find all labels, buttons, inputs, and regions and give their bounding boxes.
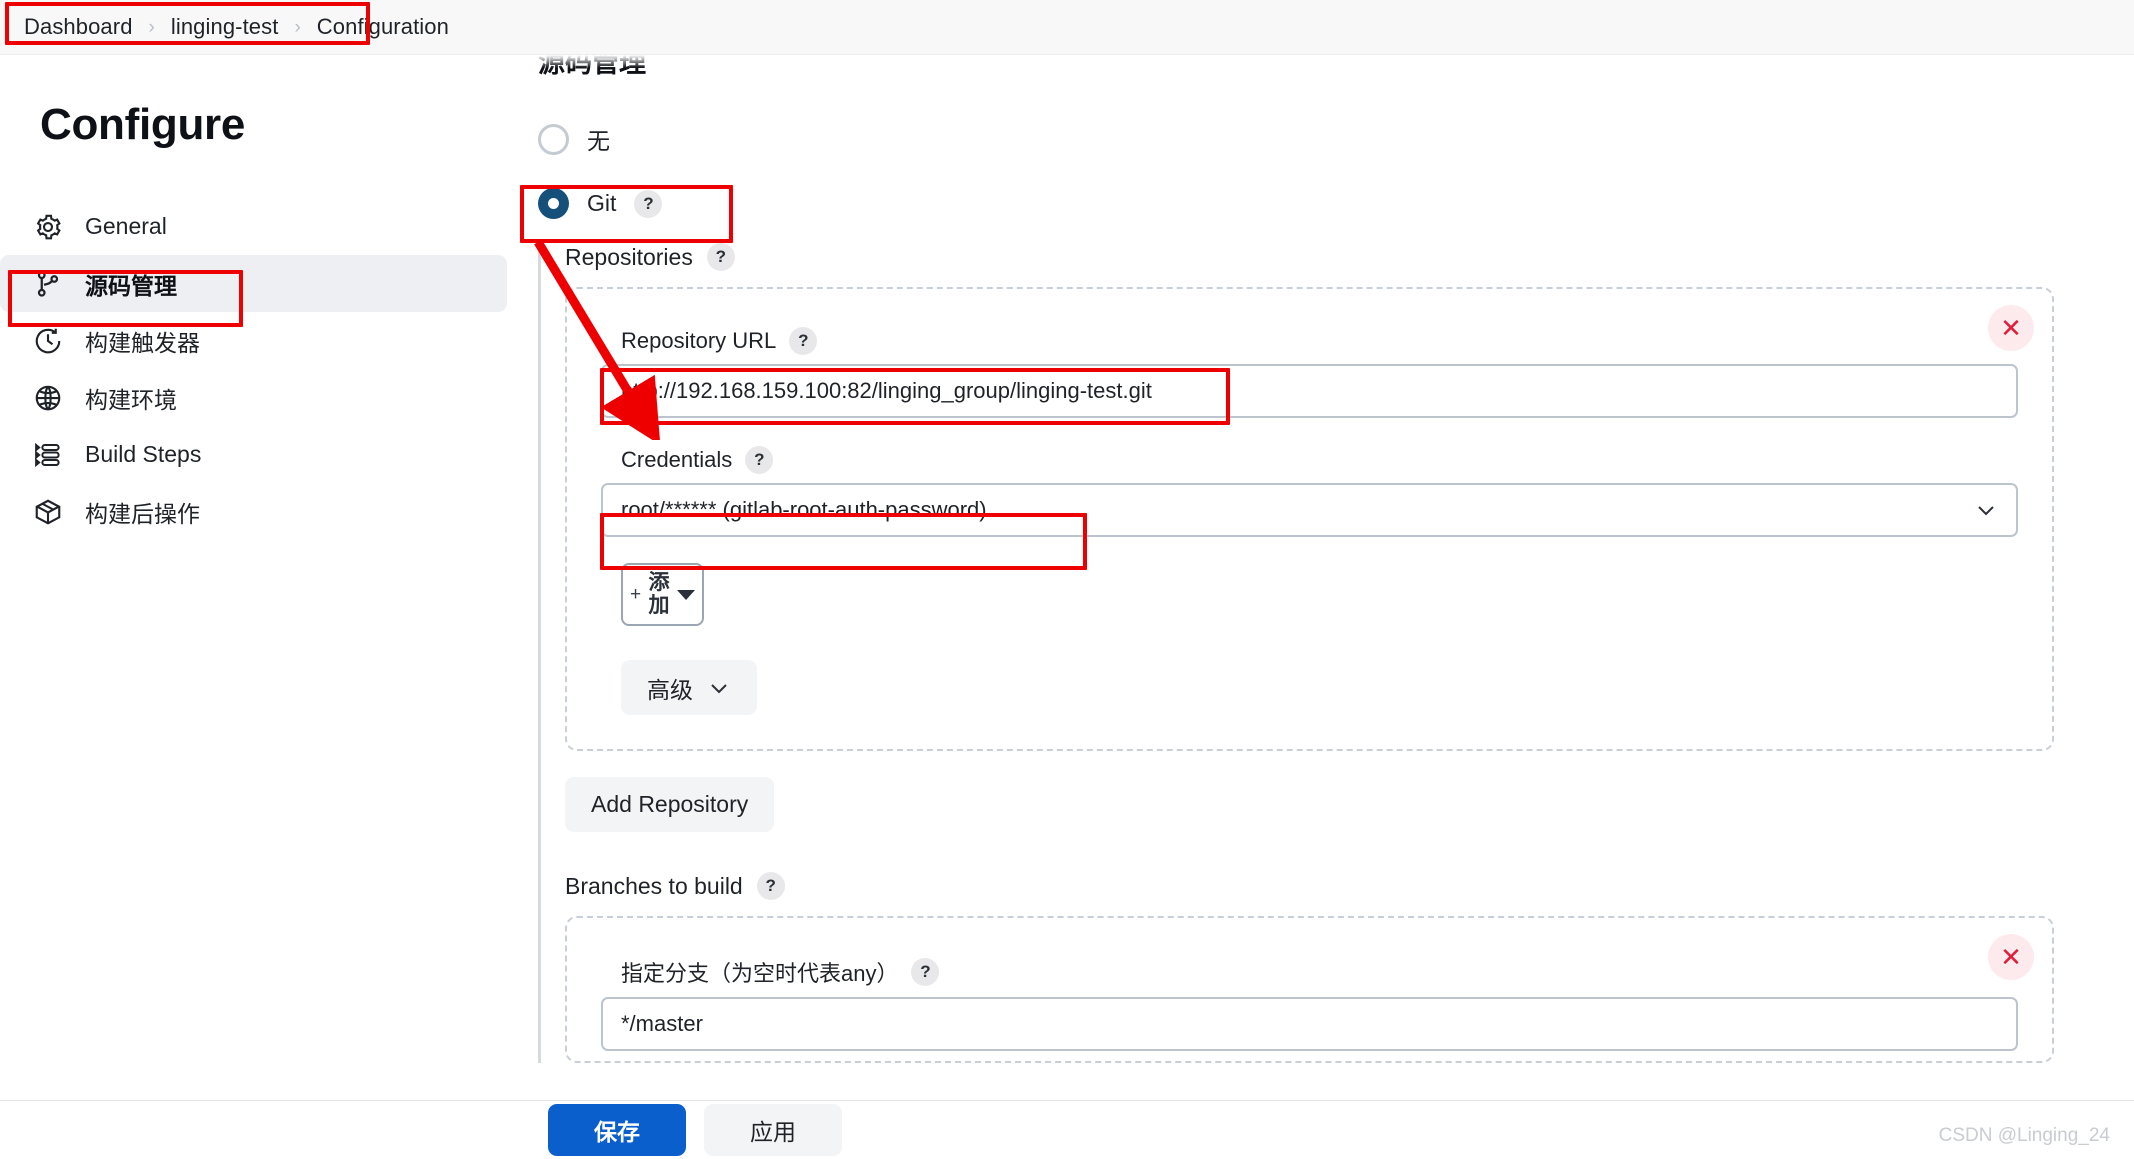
branches-to-build-label-row: Branches to build ?	[565, 872, 2134, 900]
list-steps-icon	[33, 440, 63, 470]
repository-url-input[interactable]: http://192.168.159.100:82/linging_group/…	[601, 364, 2018, 418]
help-icon-credentials[interactable]: ?	[745, 446, 774, 474]
remove-branch-button[interactable]: ✕	[1988, 934, 2034, 980]
sidebar-item-build-environment[interactable]: 构建环境	[0, 369, 507, 426]
branch-specifier-label-row: 指定分支（为空时代表any） ?	[621, 956, 2018, 988]
sidebar-item-label: 构建环境	[85, 386, 177, 413]
git-settings-body: Repositories ? ✕ Repository URL ? http:/…	[538, 243, 2134, 1063]
sidebar-item-label: Build Steps	[85, 441, 202, 467]
advanced-label: 高级	[647, 676, 693, 703]
close-icon: ✕	[2000, 942, 2022, 972]
help-icon-repository-url[interactable]: ?	[789, 327, 818, 355]
breadcrumb-separator-icon: ›	[148, 16, 155, 38]
sidebar-item-label: 源码管理	[85, 272, 177, 299]
scm-option-label: 无	[587, 128, 610, 154]
package-icon	[33, 497, 63, 527]
configure-page: Dashboard › linging-test › Configuration…	[0, 0, 2134, 1159]
sidebar-item-post-build-actions[interactable]: 构建后操作	[0, 483, 507, 540]
page-title: Configure	[40, 100, 246, 149]
remove-repository-button[interactable]: ✕	[1988, 305, 2034, 351]
repository-url-label: Repository URL	[621, 328, 777, 353]
sidebar: Configure General 源码管理 构建触发器 构建环境 Build …	[0, 55, 520, 1159]
breadcrumb: Dashboard › linging-test › Configuration	[0, 0, 449, 54]
credentials-label-row: Credentials ?	[621, 446, 2018, 474]
breadcrumb-item-configuration[interactable]: Configuration	[317, 14, 449, 40]
gear-icon	[33, 212, 63, 242]
sidebar-item-label: 构建后操作	[85, 500, 200, 527]
chevron-down-icon	[711, 683, 727, 693]
caret-down-icon	[677, 589, 696, 600]
sidebar-item-build-steps[interactable]: Build Steps	[0, 426, 507, 483]
help-icon-branches[interactable]: ?	[756, 872, 785, 900]
scm-option-label: Git	[587, 190, 617, 216]
breadcrumb-item-project[interactable]: linging-test	[171, 14, 279, 40]
clock-icon	[33, 326, 63, 356]
credentials-label: Credentials	[621, 447, 733, 472]
credentials-select[interactable]: root/****** (gitlab-root-auth-password)	[601, 483, 2018, 537]
git-branch-icon	[33, 269, 63, 299]
repositories-label-row: Repositories ?	[565, 243, 2134, 271]
close-icon: ✕	[2000, 313, 2022, 343]
breadcrumb-item-dashboard[interactable]: Dashboard	[24, 14, 133, 40]
sidebar-item-source-code-management[interactable]: 源码管理	[0, 255, 507, 312]
repository-url-label-row: Repository URL ?	[621, 327, 2018, 355]
radio-git[interactable]	[538, 188, 569, 219]
branch-card: ✕ 指定分支（为空时代表any） ? */master	[565, 916, 2054, 1063]
add-credentials-button[interactable]: + 添加	[621, 563, 704, 626]
sidebar-item-build-triggers[interactable]: 构建触发器	[0, 312, 507, 369]
sidebar-item-label: General	[85, 213, 167, 239]
repositories-label: Repositories	[565, 243, 693, 270]
globe-icon	[33, 383, 63, 413]
breadcrumb-separator-icon: ›	[294, 16, 301, 38]
branches-to-build-label: Branches to build	[565, 872, 743, 899]
breadcrumb-bar: Dashboard › linging-test › Configuration	[0, 0, 2134, 55]
watermark: CSDN @Linging_24	[1938, 1125, 2110, 1146]
credentials-selected-value: root/****** (gitlab-root-auth-password)	[621, 497, 987, 522]
branch-specifier-label: 指定分支（为空时代表any）	[621, 961, 899, 986]
add-repository-label: Add Repository	[591, 791, 749, 817]
add-credentials-label: 添加	[648, 571, 670, 617]
scm-option-none[interactable]: 无	[538, 122, 2134, 156]
add-repository-button[interactable]: Add Repository	[565, 777, 775, 832]
footer-action-bar: 保存 应用	[0, 1100, 2134, 1159]
apply-button[interactable]: 应用	[704, 1104, 842, 1156]
scm-option-git[interactable]: Git ?	[538, 188, 2134, 219]
branch-specifier-input[interactable]: */master	[601, 997, 2018, 1051]
save-button[interactable]: 保存	[548, 1104, 686, 1156]
sidebar-item-label: 构建触发器	[85, 329, 200, 356]
chevron-down-icon	[1978, 506, 1994, 516]
help-icon-branch-specifier[interactable]: ?	[911, 958, 940, 986]
advanced-button[interactable]: 高级	[621, 660, 757, 715]
plus-icon: +	[629, 583, 642, 605]
help-icon-git[interactable]: ?	[634, 189, 663, 218]
sidebar-nav: General 源码管理 构建触发器 构建环境 Build Steps 构建后操…	[0, 198, 520, 540]
radio-none[interactable]	[538, 123, 569, 155]
section-heading: 源码管理	[538, 55, 646, 78]
help-icon-repositories[interactable]: ?	[706, 243, 735, 271]
main-content: 源码管理 无 Git ? Repositories ? ✕ Repository…	[520, 55, 2134, 1100]
sidebar-item-general[interactable]: General	[0, 198, 507, 255]
repository-card: ✕ Repository URL ? http://192.168.159.10…	[565, 287, 2054, 751]
